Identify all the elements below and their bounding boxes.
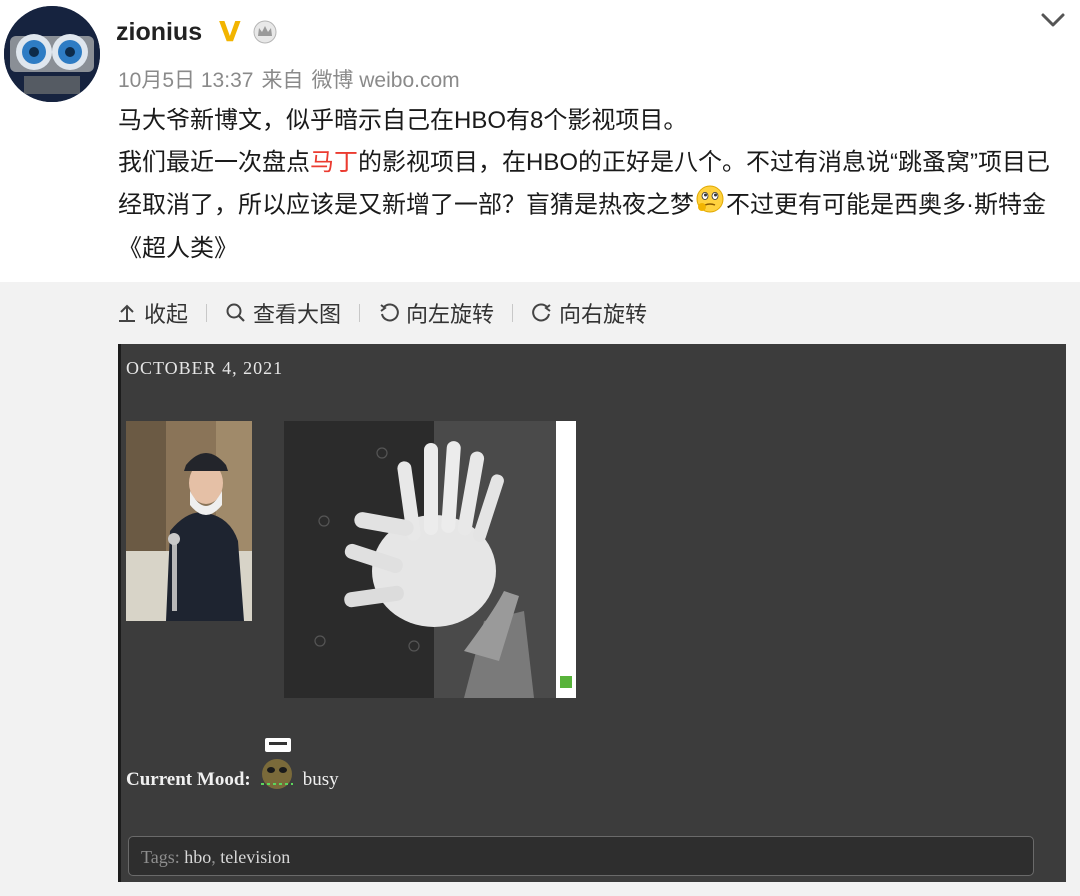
collapse-label: 收起	[144, 302, 189, 327]
rotate-right-button[interactable]: 向右旋转	[531, 297, 647, 329]
mood-value: busy	[302, 769, 339, 790]
tag-hbo[interactable]: hbo	[184, 847, 211, 867]
view-large-button[interactable]: 查看大图	[225, 297, 341, 329]
post-timestamp[interactable]: 10月5日 13:37	[118, 69, 253, 92]
hand-photo	[284, 421, 576, 698]
image-gallery: 收起 查看大图 向左旋转 向右旋转 OCTOBER 4, 2021 Curren…	[0, 282, 1080, 896]
collapse-button[interactable]: 收起	[116, 297, 188, 329]
mood-label: Current Mood:	[126, 769, 251, 790]
thinking-face-emoji-icon	[695, 184, 725, 228]
collapse-icon	[119, 304, 135, 322]
tag-separator: ,	[211, 847, 216, 867]
avatar[interactable]	[4, 6, 100, 102]
post-text-line2: 我们最近一次盘点马丁的影视项目，在HBO的正好是八个。不过有消息说“跳蚤窝”项目…	[118, 142, 1068, 270]
rotate-right-label: 向右旋转	[559, 302, 648, 327]
tags-box: Tags: hbo, television	[128, 836, 1034, 876]
toolbar-divider	[206, 304, 208, 322]
author-photo	[126, 421, 252, 621]
busy-mood-icon	[255, 736, 299, 799]
tag-television[interactable]: television	[220, 847, 290, 867]
post-text: 马大爷新博文，似乎暗示自己在HBO有8个影视项目。 我们最近一次盘点马丁的影视项…	[118, 100, 1068, 270]
rotate-left-icon	[380, 303, 399, 322]
blog-date: OCTOBER 4, 2021	[126, 358, 284, 378]
toolbar-divider	[359, 304, 361, 322]
tags-label: Tags:	[141, 847, 180, 867]
post-source[interactable]: 微博 weibo.com	[311, 69, 459, 92]
search-icon	[226, 303, 245, 322]
source-prefix: 来自	[261, 69, 304, 92]
post-meta: 10月5日 13:37 来自 微博 weibo.com	[118, 64, 468, 94]
mention-link[interactable]: 马丁	[310, 149, 358, 176]
rotate-left-button[interactable]: 向左旋转	[378, 297, 494, 329]
verified-badge: V	[219, 15, 241, 48]
post-text-line1: 马大爷新博文，似乎暗示自己在HBO有8个影视项目。	[118, 107, 688, 134]
toolbar-divider	[512, 304, 514, 322]
rotate-right-icon	[532, 303, 551, 322]
view-large-label: 查看大图	[253, 302, 342, 327]
image-toolbar: 收起 查看大图 向左旋转 向右旋转	[116, 298, 647, 328]
crown-icon	[252, 20, 278, 49]
rotate-left-label: 向左旋转	[406, 302, 495, 327]
current-mood: Current Mood: busy	[126, 736, 339, 799]
post-image[interactable]: OCTOBER 4, 2021 Current Mood: busy Tags:…	[118, 344, 1066, 882]
post-text-segment: 我们最近一次盘点	[118, 149, 310, 176]
chevron-down-icon[interactable]	[1038, 8, 1068, 37]
username[interactable]: zionius	[116, 18, 202, 47]
